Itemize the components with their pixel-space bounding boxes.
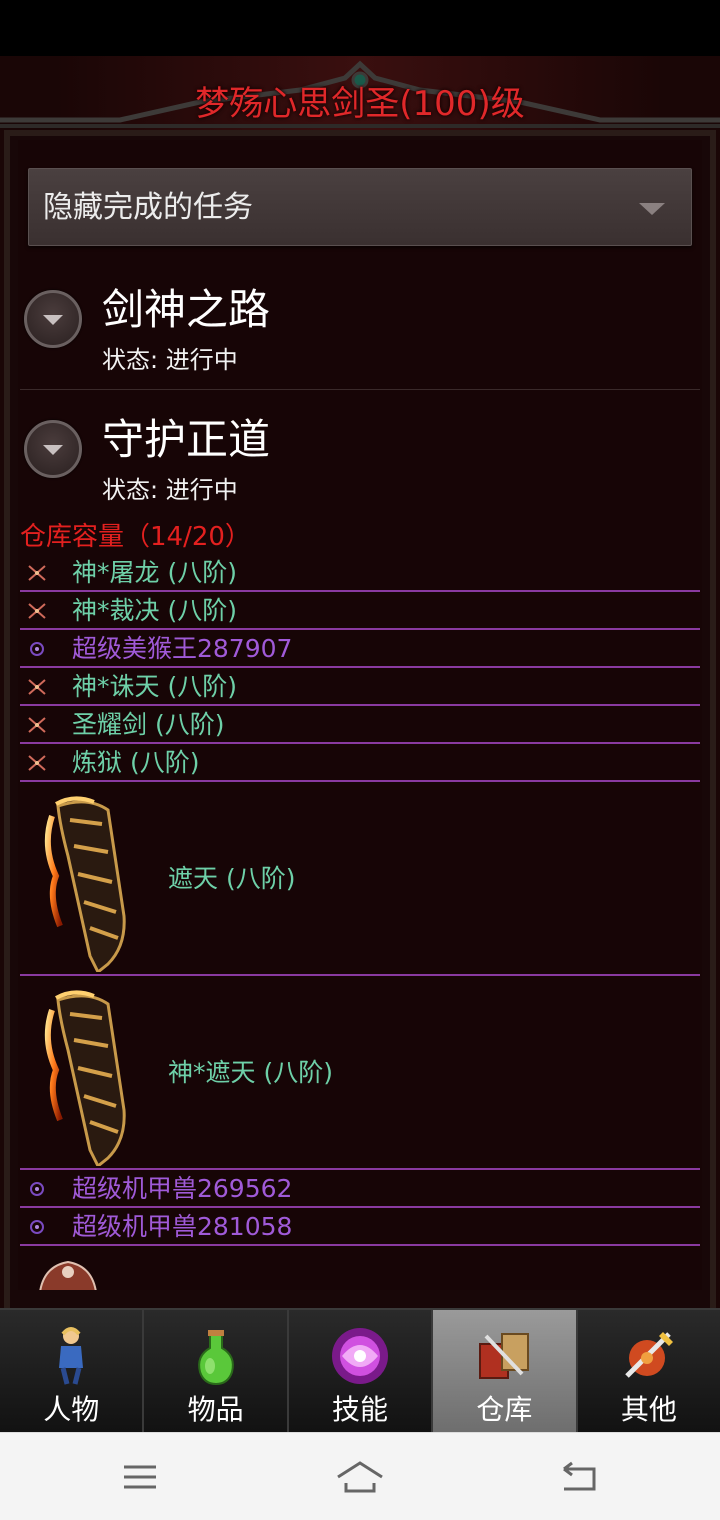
storage-item[interactable]: 超级机甲兽269562 <box>20 1170 700 1208</box>
storage-item[interactable]: 超级机甲兽281058 <box>20 1208 700 1246</box>
item-name: 遮天 (八阶) <box>168 864 296 893</box>
expand-toggle-icon[interactable] <box>24 420 82 478</box>
pet-icon <box>30 1220 44 1234</box>
tab-label: 技能 <box>332 1393 389 1426</box>
pet-icon <box>30 642 44 656</box>
storage-item-large[interactable]: 遮天 (八阶) <box>20 782 700 976</box>
task-title: 剑神之路 <box>102 285 271 334</box>
item-name: 神*遮天 (八阶) <box>168 1058 333 1087</box>
storage-item[interactable]: 炼狱 (八阶) <box>20 744 700 782</box>
pet-icon <box>30 1182 44 1196</box>
storage-item[interactable]: 神*屠龙 (八阶) <box>20 554 700 592</box>
tab-label: 物品 <box>187 1393 244 1426</box>
task-title: 守护正道 <box>102 415 271 464</box>
task-filter-dropdown[interactable]: 隐藏完成的任务 <box>28 168 692 246</box>
crossed-swords-icon <box>28 755 46 771</box>
task-status: 状态: 进行中 <box>102 346 238 374</box>
item-name: 超级机甲兽269562 <box>72 1174 293 1203</box>
potion-icon <box>197 1330 234 1386</box>
crossed-swords-icon <box>28 717 46 733</box>
expand-toggle-icon[interactable] <box>24 290 82 348</box>
menu-icon[interactable] <box>110 1457 170 1497</box>
crossed-swords-icon <box>28 565 46 581</box>
tab-items[interactable]: 物品 <box>144 1308 289 1432</box>
armor-image <box>39 1260 97 1290</box>
item-name: 超级机甲兽281058 <box>72 1212 293 1241</box>
divider <box>20 389 700 390</box>
tab-label: 其他 <box>620 1393 677 1426</box>
item-name: 炼狱 (八阶) <box>72 748 200 777</box>
chevron-down-icon <box>639 203 665 215</box>
storage-item[interactable]: 圣耀剑 (八阶) <box>20 706 700 744</box>
home-icon[interactable] <box>330 1457 390 1497</box>
storage-item[interactable]: 神*诛天 (八阶) <box>20 668 700 706</box>
page-title: 梦殇心思剑圣(100)级 <box>195 84 525 124</box>
other-icon <box>625 1332 673 1378</box>
tab-label: 人物 <box>43 1393 100 1426</box>
skill-orb-icon <box>332 1328 389 1384</box>
tab-storage[interactable]: 仓库 <box>433 1308 578 1432</box>
task-status: 状态: 进行中 <box>102 476 238 504</box>
task-item[interactable]: 剑神之路 状态: 进行中 <box>20 262 700 390</box>
quest-storage-panel: 隐藏完成的任务 剑神之路 状态: 进行中 守护正道 状态: 进行中 仓库容量（1… <box>18 140 702 1290</box>
storage-capacity: 仓库容量（14/20） <box>20 522 251 552</box>
storage-item[interactable]: 神*裁决 (八阶) <box>20 592 700 630</box>
flaming-blade-image <box>44 796 126 972</box>
item-name: 超级美猴王287907 <box>72 634 293 663</box>
crossed-swords-icon <box>28 679 46 695</box>
system-nav-bar <box>0 1432 720 1520</box>
character-icon <box>59 1327 84 1385</box>
status-bar <box>0 0 720 56</box>
task-item[interactable]: 守护正道 状态: 进行中 <box>20 392 700 520</box>
item-name: 神*诛天 (八阶) <box>72 672 237 701</box>
flaming-blade-image <box>44 990 126 1166</box>
storage-icon <box>479 1333 530 1379</box>
back-icon[interactable] <box>550 1457 610 1497</box>
tab-character[interactable]: 人物 <box>0 1308 145 1432</box>
tab-skills[interactable]: 技能 <box>288 1308 434 1432</box>
storage-item-partial[interactable] <box>20 1252 700 1290</box>
storage-item[interactable]: 超级美猴王287907 <box>20 630 700 668</box>
storage-item-large[interactable]: 神*遮天 (八阶) <box>20 976 700 1170</box>
tab-other[interactable]: 其他 <box>577 1308 720 1432</box>
item-name: 神*屠龙 (八阶) <box>72 558 237 587</box>
tab-label: 仓库 <box>476 1393 533 1426</box>
crossed-swords-icon <box>28 603 46 619</box>
item-name: 神*裁决 (八阶) <box>72 596 237 625</box>
game-tab-bar: 人物 物品 技能 仓库 其他 <box>0 1308 720 1432</box>
task-filter-label: 隐藏完成的任务 <box>43 190 253 225</box>
item-name: 圣耀剑 (八阶) <box>72 710 225 739</box>
